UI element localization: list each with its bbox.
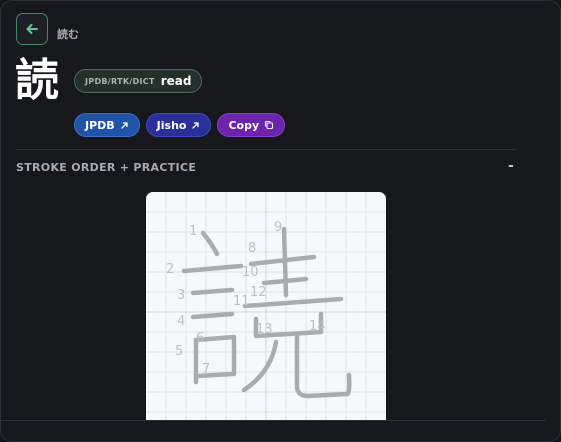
jpdb-label: JPDB	[85, 118, 115, 132]
external-link-icon	[192, 121, 200, 129]
section-title: STROKE ORDER + PRACTICE	[16, 161, 197, 174]
stroke-number-14: 14	[309, 319, 326, 334]
jpdb-button[interactable]: JPDB	[74, 113, 140, 137]
meaning-source: JPDB/RTK/DICT	[85, 76, 155, 86]
stroke-number-2: 2	[166, 262, 174, 277]
copy-icon	[265, 120, 274, 130]
stroke-number-1: 1	[189, 224, 197, 239]
stroke-number-4: 4	[177, 314, 185, 329]
section-divider	[16, 149, 516, 150]
stroke-number-3: 3	[177, 288, 185, 303]
copy-button[interactable]: Copy	[217, 113, 286, 137]
footer-strip	[1, 421, 560, 441]
app-window: 読む 読 JPDB/RTK/DICT read JPDB Jisho Copy …	[0, 0, 561, 442]
copy-label: Copy	[228, 118, 260, 132]
stroke-number-8: 8	[248, 241, 256, 256]
stroke-number-13: 13	[256, 322, 273, 337]
stroke-practice-canvas[interactable]: 1 2 3 4 5 6 7 8 9 10 11 12 13 14	[146, 192, 386, 432]
breadcrumb: 読む	[57, 28, 79, 41]
stroke-number-11: 11	[233, 294, 250, 309]
stroke-number-7: 7	[202, 362, 210, 377]
practice-grid-center	[146, 192, 386, 432]
link-row: JPDB Jisho Copy	[74, 113, 286, 137]
collapse-toggle[interactable]: -	[508, 158, 514, 174]
stroke-number-9: 9	[274, 220, 282, 235]
jisho-label: Jisho	[156, 118, 187, 132]
stroke-number-5: 5	[175, 344, 183, 359]
meaning-value: read	[160, 74, 192, 88]
stroke-number-12: 12	[250, 285, 267, 300]
external-link-icon	[121, 121, 128, 129]
stroke-order-diagram: 1 2 3 4 5 6 7 8 9 10 11 12 13 14	[146, 192, 386, 432]
stroke-number-6: 6	[196, 331, 204, 346]
kanji-character: 読	[15, 55, 59, 106]
arrow-left-icon	[26, 24, 38, 34]
meaning-pill: JPDB/RTK/DICT read	[74, 69, 203, 93]
back-button[interactable]	[16, 13, 48, 45]
stroke-number-10: 10	[242, 265, 259, 280]
jisho-button[interactable]: Jisho	[145, 113, 212, 137]
